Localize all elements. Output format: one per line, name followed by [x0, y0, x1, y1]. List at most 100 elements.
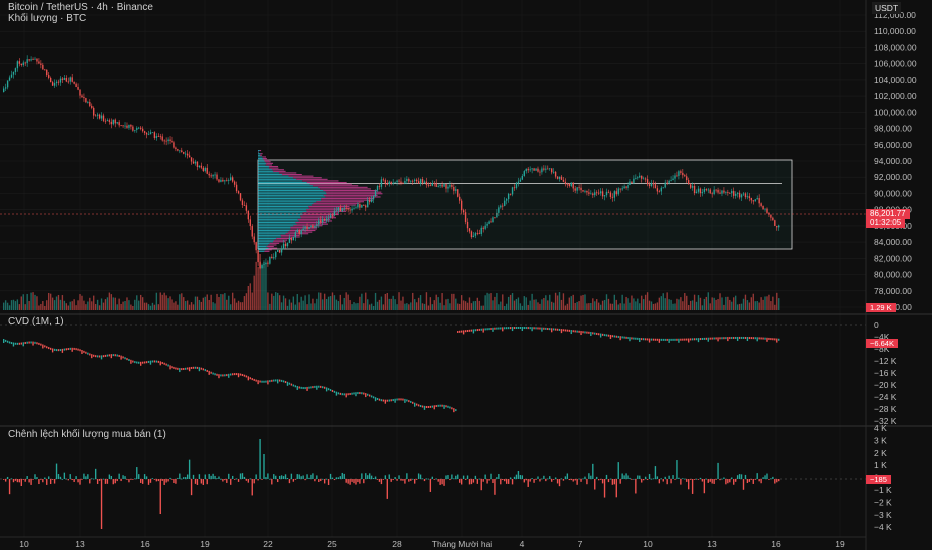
- cvd-candle: [560, 329, 563, 334]
- cvd-candle: [118, 354, 120, 357]
- delta-bar: [237, 479, 240, 482]
- delta-bar: [568, 479, 570, 481]
- volume-bar: [766, 296, 768, 310]
- volume-bar: [462, 300, 465, 310]
- delta-bar: [40, 479, 42, 480]
- delta-bar: [263, 454, 265, 479]
- volume-bar: [169, 296, 171, 310]
- cvd-tick: −24 K: [874, 392, 897, 402]
- cvd-candle: [672, 338, 674, 341]
- delta-bar: [198, 474, 201, 479]
- volume-bar: [648, 300, 651, 310]
- delta-bar: [707, 479, 709, 483]
- cvd-candle: [147, 360, 150, 363]
- candle-body: [742, 193, 745, 195]
- volume-bar: [551, 301, 553, 310]
- cvd-candle: [167, 364, 169, 367]
- volume-bar: [143, 302, 146, 310]
- volume-bar: [34, 294, 36, 310]
- candle-body: [478, 233, 480, 235]
- delta-tick: 1 K: [874, 460, 887, 470]
- currency-button[interactable]: USDT: [872, 2, 902, 14]
- cvd-candle: [693, 338, 696, 341]
- delta-bar: [435, 478, 437, 480]
- volume-bar: [208, 299, 210, 310]
- cvd-candle: [206, 369, 208, 372]
- delta-bar: [157, 479, 159, 482]
- cvd-candle: [390, 399, 392, 402]
- cvd-candle: [59, 349, 62, 352]
- candle-body: [357, 204, 359, 208]
- candle-body: [79, 89, 81, 96]
- cvd-candle: [570, 330, 572, 335]
- candle-body: [384, 180, 387, 184]
- volume-bar: [333, 295, 336, 310]
- candle-body: [46, 69, 48, 76]
- delta-bar: [429, 479, 432, 492]
- candle-body: [365, 205, 367, 208]
- volume-legend[interactable]: Khối lượng · BTC: [8, 13, 86, 24]
- cvd-candle: [284, 381, 287, 384]
- volume-bar: [484, 295, 486, 310]
- candle-body: [208, 173, 210, 176]
- volume-bar: [16, 299, 19, 310]
- profile-row-up: [258, 242, 270, 244]
- candle-body: [16, 61, 19, 69]
- time-axis[interactable]: 10 13 16 19 22 25 28 Tháng Mười hai 4 7 10 13 16 19: [19, 539, 845, 549]
- delta-bar: [484, 474, 486, 479]
- delta-bar: [98, 479, 101, 481]
- delta-bar: [347, 479, 349, 484]
- profile-row-up: [258, 196, 326, 198]
- volume-bar: [664, 298, 666, 310]
- candle-body: [77, 87, 79, 90]
- volume-bar: [480, 305, 482, 310]
- volume-bar: [414, 299, 416, 310]
- cvd-candle: [551, 328, 553, 333]
- delta-bar: [306, 474, 308, 479]
- volume-bar: [296, 294, 298, 310]
- volume-bar: [637, 298, 639, 310]
- delta-bar: [566, 473, 569, 479]
- cvd-candle: [318, 385, 320, 388]
- cvd-title[interactable]: CVD (1M, 1): [8, 316, 64, 327]
- volume-bar: [171, 299, 173, 310]
- cvd-candle: [504, 327, 506, 330]
- candle-body: [574, 188, 576, 191]
- price-axis[interactable]: 112,000.00110,000.00108,000.00106,000.00…: [874, 10, 917, 312]
- delta-bar: [644, 476, 647, 479]
- cvd-candle: [100, 355, 103, 360]
- delta-bar: [417, 473, 420, 479]
- volume-bar: [703, 298, 706, 310]
- cvd-candle: [81, 349, 83, 354]
- delta-bar: [496, 477, 498, 479]
- candle-body: [100, 115, 103, 119]
- volume-bar: [345, 292, 347, 310]
- cvd-candle: [376, 397, 379, 400]
- delta-bar: [721, 478, 723, 480]
- delta-bar: [719, 479, 721, 481]
- volume-bar: [325, 299, 328, 310]
- date-tick: 22: [263, 539, 273, 549]
- candle-body: [646, 179, 649, 185]
- profile-row-up: [258, 228, 291, 230]
- delta-bar: [560, 478, 563, 480]
- cvd-axis[interactable]: 0−4K−8K−12 K−16 K−20 K−24 K−28 K−32 K: [874, 320, 897, 426]
- volume-bar: [173, 302, 175, 310]
- cvd-candle: [721, 337, 723, 340]
- candle-body: [770, 214, 772, 218]
- candle-body: [241, 200, 244, 206]
- trading-chart[interactable]: 112,000.00110,000.00108,000.00106,000.00…: [0, 0, 932, 550]
- volume-bar: [531, 293, 533, 310]
- delta-title[interactable]: Chênh lệch khối lượng mua bán (1): [8, 429, 166, 440]
- volume-bar: [437, 297, 439, 310]
- candle-body: [325, 218, 328, 221]
- delta-bar: [14, 479, 17, 481]
- delta-tick: −4 K: [874, 522, 892, 532]
- delta-bar: [762, 477, 764, 479]
- delta-bar: [16, 479, 19, 483]
- volume-bar: [353, 302, 355, 310]
- symbol-title[interactable]: Bitcoin / TetherUS · 4h · Binance: [8, 2, 153, 13]
- volume-bar: [678, 299, 680, 310]
- cvd-candle: [233, 373, 236, 376]
- volume-bar: [496, 293, 498, 310]
